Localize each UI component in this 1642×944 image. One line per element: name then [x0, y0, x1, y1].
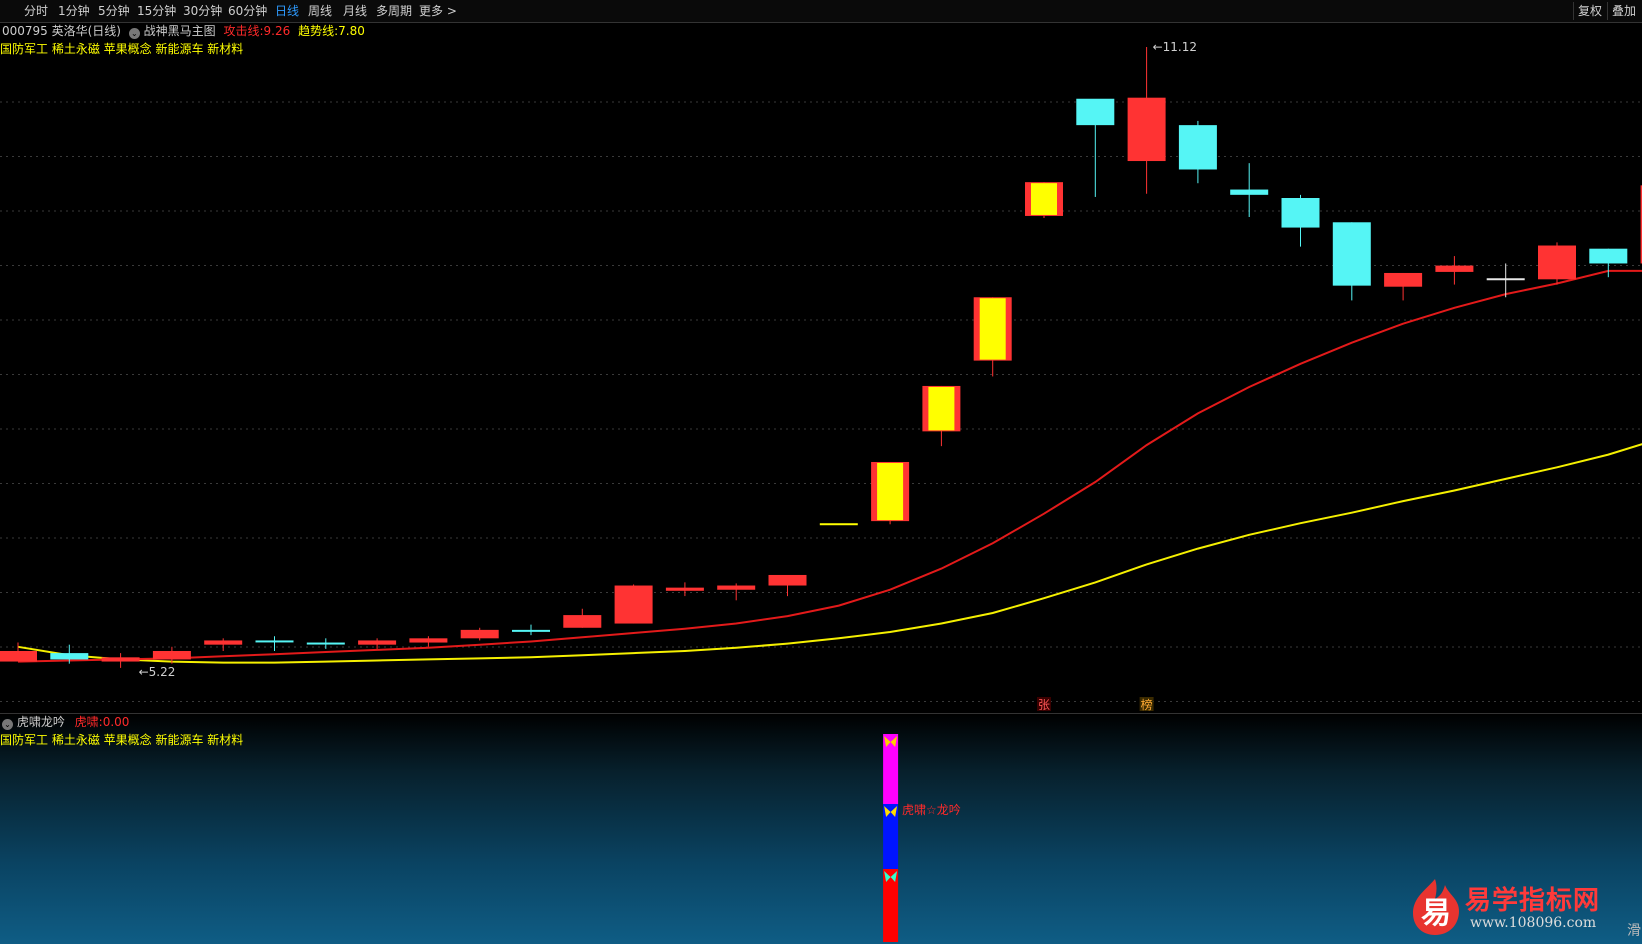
candle-body-highlight	[1031, 183, 1057, 215]
brand-logo-char: 易	[1421, 896, 1451, 931]
fuquan-button[interactable]: 复权	[1573, 2, 1606, 20]
candle-body	[1384, 272, 1423, 287]
timeframe-toolbar: 分时 1分钟 5分钟 15分钟 30分钟 60分钟 日线 周线 月线 多周期 更…	[0, 0, 1642, 23]
tab-daily[interactable]: 日线	[275, 2, 299, 20]
candle-body	[1076, 98, 1115, 126]
candle-body	[1435, 265, 1474, 272]
candle-body	[512, 629, 550, 632]
candle-body	[255, 640, 294, 643]
candle-body	[409, 638, 448, 643]
candle-body	[1178, 125, 1217, 170]
tab-fenshi[interactable]: 分时	[24, 2, 48, 20]
scroll-edge-label: 滑	[1627, 923, 1641, 939]
attack-line	[17, 269, 1642, 663]
signal-segment-blue	[883, 804, 899, 869]
marker-zhang: 张	[1038, 698, 1050, 712]
tab-more[interactable]: 更多 >	[419, 2, 457, 20]
candle-body-highlight	[877, 462, 904, 521]
candle-body	[717, 585, 756, 590]
candle-body	[204, 640, 243, 645]
brand-name: 易学指标网	[1465, 886, 1601, 916]
tab-30min[interactable]: 30分钟	[183, 2, 222, 20]
signal-segment-red	[883, 869, 899, 942]
candle-body	[460, 629, 499, 639]
candle-body-highlight	[928, 386, 955, 431]
brand-logo-icon: 易	[1413, 879, 1459, 935]
candle-body	[1538, 245, 1576, 280]
signal-bar-chart	[883, 734, 899, 942]
candle-body	[819, 523, 858, 526]
tab-60min[interactable]: 60分钟	[228, 2, 267, 20]
candle-body-highlight	[979, 298, 1006, 360]
candle-body	[1281, 197, 1320, 228]
candle-body	[1230, 189, 1269, 195]
low-price-label: ←5.22	[139, 665, 176, 679]
candle-body	[1486, 278, 1525, 281]
trend-line	[17, 443, 1642, 664]
candle-body	[1332, 222, 1371, 286]
candle-body	[1127, 97, 1166, 162]
candle-body	[563, 615, 602, 628]
candle-body	[768, 574, 807, 586]
overlay-button[interactable]: 叠加	[1607, 2, 1640, 20]
candle-body	[0, 650, 37, 662]
sub-indicator-panel: ⌄ 虎啸龙吟 虎啸:0.00 国防军工 稀土永磁 苹果概念 新能源车 新材料 虎…	[0, 713, 1642, 944]
candle-body	[306, 642, 345, 645]
high-price-label: ←11.12	[1153, 40, 1197, 54]
tab-15min[interactable]: 15分钟	[137, 2, 176, 20]
candle-body	[152, 650, 191, 660]
marker-bang: 榜	[1141, 697, 1153, 712]
candle-body	[614, 585, 653, 624]
candle-body	[50, 653, 89, 660]
tab-monthly[interactable]: 月线	[343, 2, 367, 20]
brand-url: www.108096.com	[1470, 915, 1597, 931]
candle-body	[665, 587, 704, 591]
tab-5min[interactable]: 5分钟	[98, 2, 130, 20]
tab-weekly[interactable]: 周线	[308, 2, 332, 20]
candle-body	[101, 657, 140, 662]
tab-1min[interactable]: 1分钟	[58, 2, 90, 20]
tab-multi-period[interactable]: 多周期	[376, 2, 412, 20]
signal-segment-magenta	[883, 734, 899, 804]
candle-body	[358, 640, 397, 645]
candle-body	[1589, 248, 1628, 264]
signal-label: 虎啸☆龙吟	[902, 803, 961, 817]
candlestick-chart: ←11.12 ←5.22 张 榜	[0, 40, 1642, 712]
